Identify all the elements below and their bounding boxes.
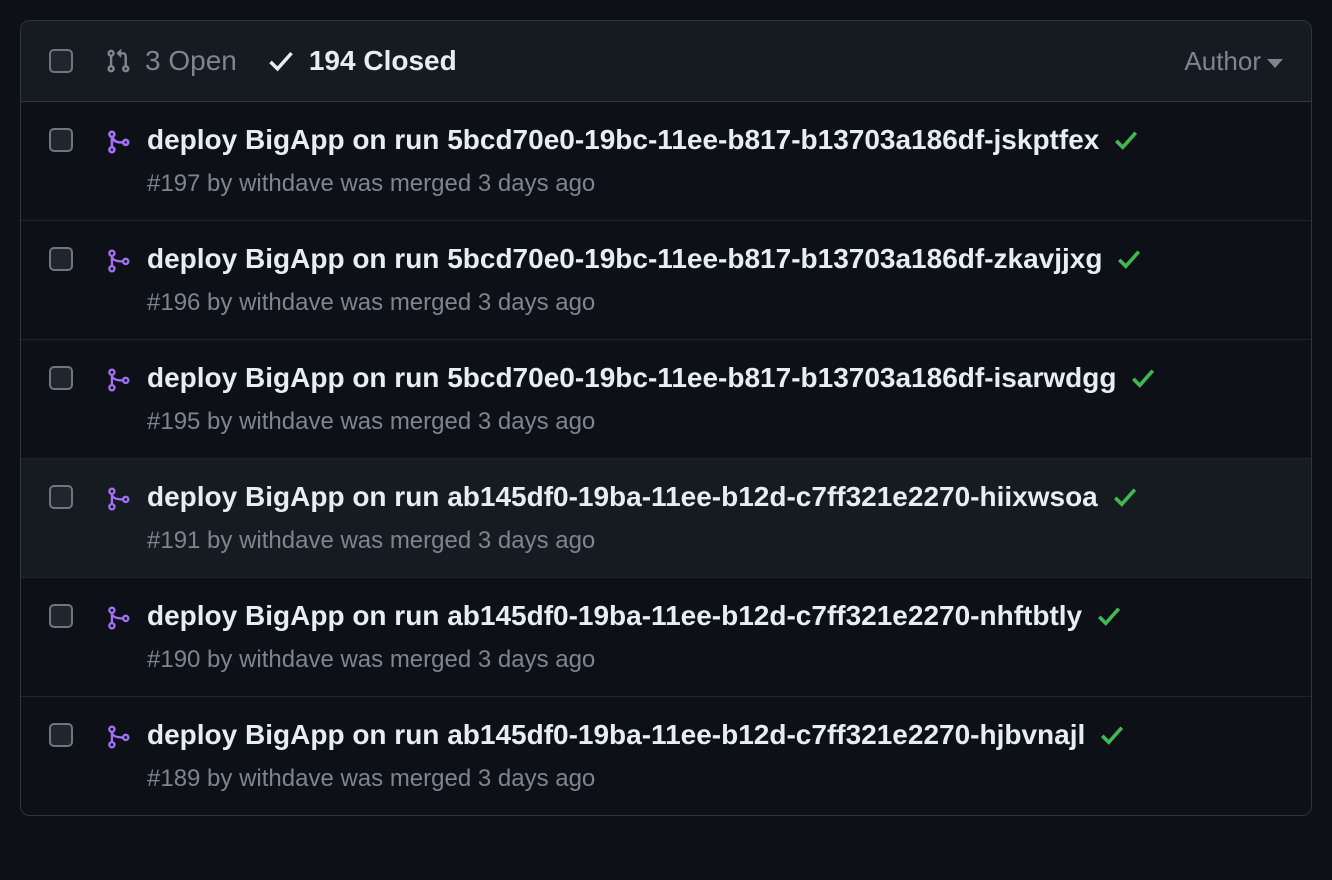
- pr-title[interactable]: deploy BigApp on run 5bcd70e0-19bc-11ee-…: [147, 362, 1116, 394]
- check-icon: [267, 47, 295, 75]
- pr-row[interactable]: deploy BigApp on run ab145df0-19ba-11ee-…: [21, 577, 1311, 696]
- git-merge-icon: [105, 485, 131, 513]
- row-content: deploy BigApp on run 5bcd70e0-19bc-11ee-…: [147, 243, 1142, 317]
- git-merge-icon: [105, 723, 131, 751]
- git-merge-icon: [105, 247, 131, 275]
- pr-meta: #195 by withdave was merged 3 days ago: [147, 408, 1156, 436]
- author-filter-label: Author: [1184, 46, 1261, 77]
- status-success-icon: [1099, 722, 1125, 748]
- row-checkbox[interactable]: [49, 723, 73, 747]
- row-content: deploy BigApp on run ab145df0-19ba-11ee-…: [147, 600, 1122, 674]
- row-checkbox[interactable]: [49, 604, 73, 628]
- row-checkbox[interactable]: [49, 485, 73, 509]
- pr-title[interactable]: deploy BigApp on run ab145df0-19ba-11ee-…: [147, 600, 1082, 632]
- pr-meta: #197 by withdave was merged 3 days ago: [147, 170, 1139, 198]
- pr-row[interactable]: deploy BigApp on run ab145df0-19ba-11ee-…: [21, 696, 1311, 815]
- status-success-icon: [1096, 603, 1122, 629]
- pr-title[interactable]: deploy BigApp on run ab145df0-19ba-11ee-…: [147, 481, 1098, 513]
- git-merge-icon: [105, 366, 131, 394]
- git-merge-icon: [105, 604, 131, 632]
- git-merge-icon: [105, 128, 131, 156]
- closed-count[interactable]: 194 Closed: [309, 45, 457, 77]
- pr-meta: #190 by withdave was merged 3 days ago: [147, 646, 1122, 674]
- row-checkbox[interactable]: [49, 128, 73, 152]
- status-success-icon: [1113, 127, 1139, 153]
- pr-row[interactable]: deploy BigApp on run 5bcd70e0-19bc-11ee-…: [21, 220, 1311, 339]
- pr-row[interactable]: deploy BigApp on run ab145df0-19ba-11ee-…: [21, 458, 1311, 577]
- row-content: deploy BigApp on run ab145df0-19ba-11ee-…: [147, 719, 1125, 793]
- status-success-icon: [1112, 484, 1138, 510]
- pr-title[interactable]: deploy BigApp on run 5bcd70e0-19bc-11ee-…: [147, 243, 1102, 275]
- row-checkbox[interactable]: [49, 366, 73, 390]
- git-pull-request-icon: [105, 48, 131, 74]
- row-content: deploy BigApp on run 5bcd70e0-19bc-11ee-…: [147, 362, 1156, 436]
- pr-row[interactable]: deploy BigApp on run 5bcd70e0-19bc-11ee-…: [21, 339, 1311, 458]
- row-content: deploy BigApp on run ab145df0-19ba-11ee-…: [147, 481, 1138, 555]
- status-success-icon: [1116, 246, 1142, 272]
- open-count[interactable]: 3 Open: [145, 45, 237, 77]
- pr-title[interactable]: deploy BigApp on run ab145df0-19ba-11ee-…: [147, 719, 1085, 751]
- caret-down-icon: [1267, 59, 1283, 68]
- author-filter[interactable]: Author: [1184, 46, 1283, 77]
- pr-meta: #191 by withdave was merged 3 days ago: [147, 527, 1138, 555]
- status-success-icon: [1130, 365, 1156, 391]
- pr-list: deploy BigApp on run 5bcd70e0-19bc-11ee-…: [21, 102, 1311, 815]
- pr-title[interactable]: deploy BigApp on run 5bcd70e0-19bc-11ee-…: [147, 124, 1099, 156]
- row-content: deploy BigApp on run 5bcd70e0-19bc-11ee-…: [147, 124, 1139, 198]
- pr-list-container: 3 Open 194 Closed Author deploy BigAp: [20, 20, 1312, 816]
- row-checkbox[interactable]: [49, 247, 73, 271]
- pr-meta: #196 by withdave was merged 3 days ago: [147, 289, 1142, 317]
- pr-meta: #189 by withdave was merged 3 days ago: [147, 765, 1125, 793]
- select-all-checkbox[interactable]: [49, 49, 73, 73]
- pr-row[interactable]: deploy BigApp on run 5bcd70e0-19bc-11ee-…: [21, 102, 1311, 220]
- list-header: 3 Open 194 Closed Author: [21, 21, 1311, 102]
